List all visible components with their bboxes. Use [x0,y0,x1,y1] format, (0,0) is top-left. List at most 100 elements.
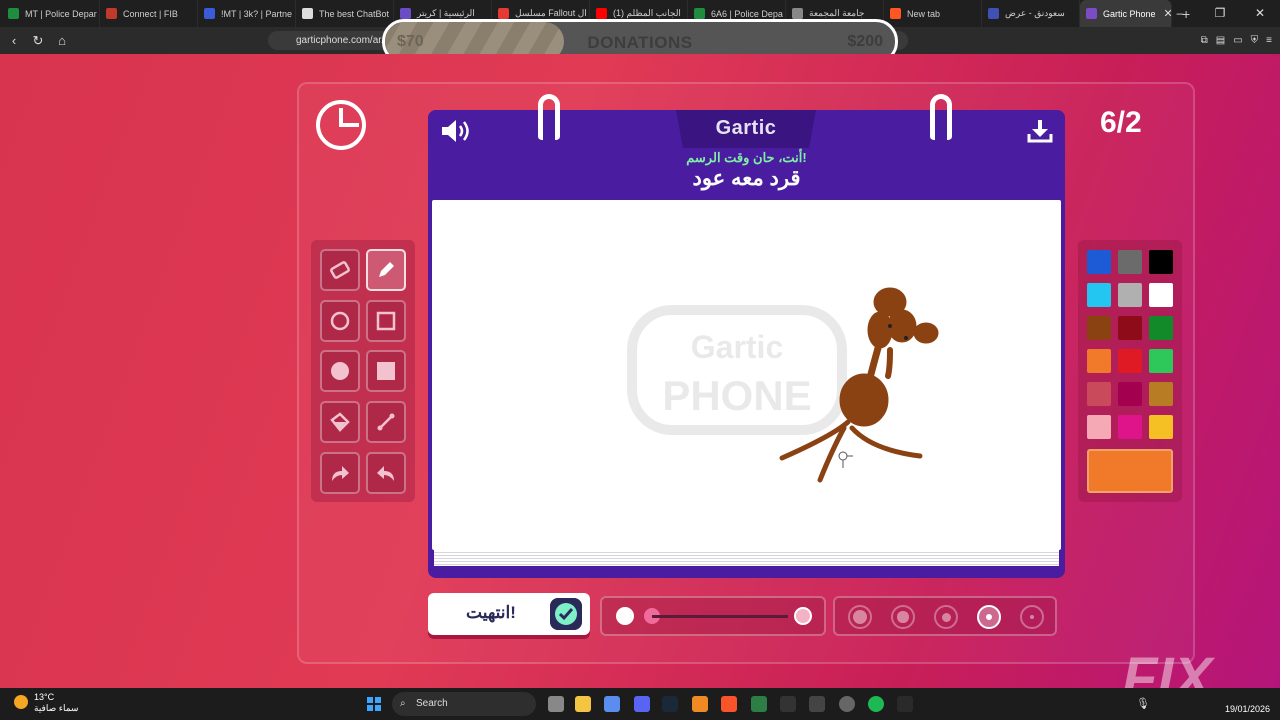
brave-icon[interactable] [721,696,737,712]
browser-tab[interactable]: !MT | 3k? | Partne [198,0,296,27]
tab-favicon-icon [106,8,117,19]
menu-icon[interactable]: ≡ [1266,35,1272,46]
tab-label: Gartic Phone [1103,8,1156,19]
current-color-swatch [1087,449,1173,493]
color-swatch[interactable] [1087,349,1111,373]
microphone-icon[interactable]: 🎙 [1136,697,1150,710]
gartic-logo: Gartic [715,117,777,139]
browser-tab[interactable]: Connect | FIB [100,0,198,27]
done-button[interactable]: انتهيت! [428,593,590,635]
color-swatch[interactable] [1118,283,1142,307]
windows-start-icon[interactable] [367,697,381,711]
file-explorer-icon[interactable] [575,696,591,712]
epic-icon[interactable] [780,696,796,712]
tab-label: (1) الجانب المظلم [613,8,681,18]
extensions-icon[interactable]: ⧉ [1201,35,1208,46]
sidebar-icon[interactable]: ▤ [1216,35,1225,46]
color-swatch[interactable] [1118,382,1142,406]
brush-size-option[interactable] [848,605,872,629]
excel-icon[interactable] [751,696,767,712]
redo-icon [332,466,349,481]
restore-icon[interactable]: ❐ [1200,0,1240,27]
store-icon[interactable] [604,696,620,712]
window-controls: – ❐ ✕ [1160,0,1280,27]
color-swatch[interactable] [1149,250,1173,274]
tab-label: New tab [907,8,941,19]
color-swatch[interactable] [1149,415,1173,439]
tab-favicon-icon [498,8,509,19]
close-window-icon[interactable]: ✕ [1240,0,1280,27]
tab-label: 6A6 | Police Depa [711,8,783,19]
app-icon-2[interactable] [897,696,913,712]
tab-favicon-icon [988,8,999,19]
taskbar-search[interactable]: ⌕ Search [392,692,536,716]
line-icon [377,413,395,431]
color-swatch[interactable] [1118,316,1142,340]
redo-tool[interactable] [320,452,360,494]
wallet-icon[interactable]: ▭ [1233,35,1242,46]
brush-size-option[interactable] [891,605,915,629]
reload-icon[interactable]: ↻ [28,33,48,49]
color-swatch[interactable] [1149,316,1173,340]
donation-label: DONATIONS [587,33,693,52]
weather-temp: 13°C [34,692,55,702]
color-swatch[interactable] [1149,349,1173,373]
square-outline-tool[interactable] [366,300,406,342]
color-swatch[interactable] [1087,283,1111,307]
pencil-tool[interactable] [366,249,406,291]
weather-widget[interactable]: 13°C سماء صافية [14,692,78,714]
taskbar-search-label: Search [416,698,448,709]
circle-filled-tool[interactable] [320,350,360,392]
color-swatch[interactable] [1087,250,1111,274]
app-icon[interactable] [692,696,708,712]
color-swatch[interactable] [1149,283,1173,307]
browser-tab[interactable]: MT | Police Depar [2,0,100,27]
prompt-title: أنت، حان وقت الرسم! [686,150,807,165]
color-swatch[interactable] [1118,250,1142,274]
line-tool[interactable] [366,401,406,443]
download-icon[interactable] [1026,118,1054,144]
round-counter: 6/2 [1100,106,1142,139]
drawing-canvas[interactable]: Gartic PHONE [432,200,1061,550]
opacity-slider[interactable] [600,596,826,636]
steam-icon[interactable] [662,696,678,712]
notebook-page-edge [434,550,1059,566]
taskbar-clock[interactable]: 19/01/2026 [1225,693,1270,715]
task-view-icon[interactable] [548,696,564,712]
undo-tool[interactable] [366,452,406,494]
color-swatch[interactable] [1149,382,1173,406]
color-swatch[interactable] [1087,316,1111,340]
watermark-gartic: Gartic [691,329,783,365]
shield-icon[interactable]: ⛨ [1251,35,1259,46]
browser-tab[interactable]: New tab [884,0,982,27]
discord-icon[interactable] [634,696,650,712]
brush-size-selector [833,596,1057,636]
timer-icon [316,100,366,150]
browser-tab[interactable]: The best ChatBot [296,0,394,27]
eraser-tool[interactable] [320,249,360,291]
tab-favicon-icon [596,8,607,19]
square-filled-tool[interactable] [366,350,406,392]
sound-icon[interactable] [440,118,474,144]
brush-size-option[interactable] [1020,605,1044,629]
gartic-phone-watermark: Gartic PHONE [627,305,847,435]
gear-icon[interactable] [839,696,855,712]
home-icon[interactable]: ⌂ [52,33,72,48]
color-swatch[interactable] [1087,415,1111,439]
brush-size-option[interactable] [934,605,958,629]
opacity-handle[interactable] [794,607,812,625]
tab-favicon-icon [204,8,215,19]
color-swatch[interactable] [1118,349,1142,373]
terminal-icon[interactable] [809,696,825,712]
brush-size-option[interactable] [977,605,1001,629]
browser-tab[interactable]: Gartic Phone ✕ [1080,0,1172,27]
browser-tab[interactable]: سعودنق - عرض [982,0,1080,27]
circle-outline-tool[interactable] [320,300,360,342]
spotify-icon[interactable] [868,696,884,712]
bucket-tool[interactable] [320,401,360,443]
color-swatch[interactable] [1118,415,1142,439]
back-icon[interactable]: ‹ [4,33,24,48]
minimize-icon[interactable]: – [1160,0,1200,27]
binder-ring-right [930,94,952,140]
color-swatch[interactable] [1087,382,1111,406]
